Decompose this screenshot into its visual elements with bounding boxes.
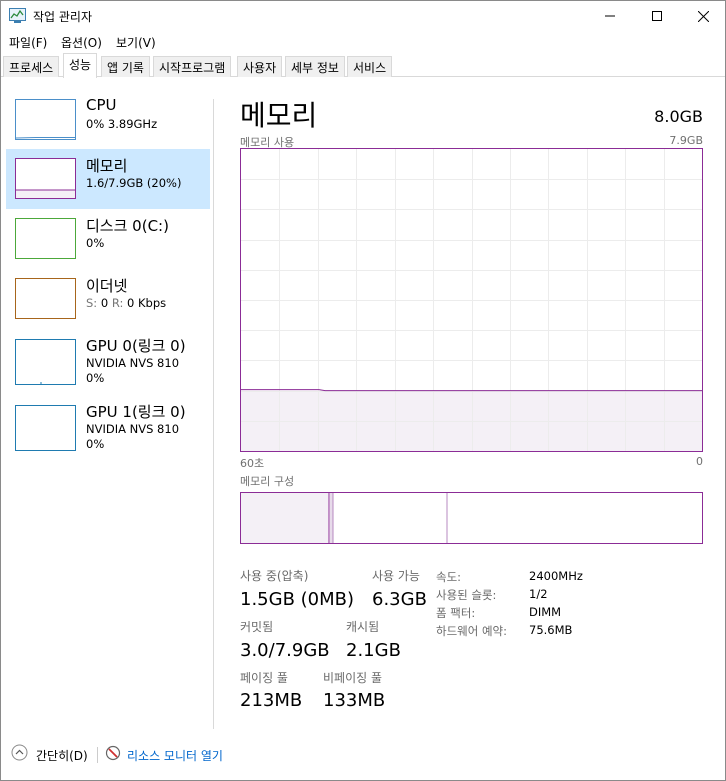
available-label: 사용 가능: [372, 569, 420, 583]
receive-label: R:: [111, 296, 124, 310]
sidebar-item-detail: NVIDIA NVS 810: [86, 356, 180, 370]
receive-value: 0 Kbps: [127, 296, 167, 310]
composition-in-use: [241, 493, 329, 543]
sidebar-item-title: 메모리: [86, 157, 128, 175]
speed-value: 2400MHz: [529, 569, 583, 583]
resource-monitor-icon[interactable]: [105, 745, 121, 764]
sidebar-item-detail: 1.6/7.9GB (20%): [86, 176, 182, 190]
slots-label: 사용된 슬롯:: [436, 588, 497, 602]
memory-detail-panel: 메모리 8.0GB 메모리 사용 7.9GB 60초 0 메모리 구성 사용 중…: [221, 87, 721, 731]
in-use-label: 사용 중(압축): [240, 569, 309, 583]
tab-performance[interactable]: 성능: [63, 53, 98, 78]
maximize-button[interactable]: [634, 1, 680, 31]
sidebar-item-title: 이더넷: [86, 277, 128, 295]
nonpaged-pool-label: 비페이징 풀: [323, 671, 383, 685]
sidebar-item-gpu1[interactable]: GPU 1(링크 0) NVIDIA NVS 810 0%: [6, 395, 210, 459]
tab-startup[interactable]: 시작프로그램: [153, 56, 232, 77]
memory-usage-graph: [240, 148, 703, 452]
menu-view[interactable]: 보기(V): [116, 34, 156, 51]
sidebar-item-detail: NVIDIA NVS 810: [86, 422, 180, 436]
usage-line: [241, 389, 702, 392]
tab-bar: 프로세스 성능 앱 기록 시작프로그램 사용자 세부 정보 서비스: [1, 53, 725, 78]
nonpaged-pool-value: 133MB: [323, 690, 386, 711]
sidebar-item-title: GPU 1(링크 0): [86, 403, 186, 421]
tab-services[interactable]: 서비스: [347, 56, 393, 77]
panel-divider[interactable]: [213, 99, 214, 729]
committed-label: 커밋됨: [240, 620, 274, 634]
gpu1-thumbnail-graph: [15, 405, 76, 451]
sidebar-item-detail: 0% 3.89GHz: [86, 117, 158, 131]
memory-total: 8.0GB: [654, 107, 703, 126]
cached-label: 캐시됨: [346, 620, 380, 634]
sidebar-item-gpu0[interactable]: GPU 0(링크 0) NVIDIA NVS 810 0%: [6, 329, 210, 393]
resource-sidebar: CPU 0% 3.89GHz 메모리 1.6/7.9GB (20%) 디스크 0…: [1, 87, 213, 731]
hardware-reserved-label: 하드웨어 예약:: [436, 624, 508, 638]
sidebar-item-cpu[interactable]: CPU 0% 3.89GHz: [6, 90, 210, 150]
minimize-button[interactable]: [587, 1, 633, 31]
sidebar-item-detail: 0%: [86, 236, 105, 250]
menu-bar: 파일(F) 옵션(O) 보기(V): [1, 31, 725, 53]
sidebar-item-usage: 0%: [86, 437, 105, 451]
cpu-thumbnail-graph: [15, 99, 76, 140]
form-factor-label: 폼 팩터:: [436, 606, 476, 620]
sidebar-item-ethernet[interactable]: 이더넷 S: 0 R: 0 Kbps: [6, 269, 210, 329]
fewer-details-button[interactable]: 간단히(D): [36, 747, 88, 764]
tab-details[interactable]: 세부 정보: [285, 56, 345, 77]
page-title: 메모리: [240, 99, 318, 132]
time-axis-start: 60초: [240, 457, 265, 470]
window-title: 작업 관리자: [33, 10, 93, 24]
hardware-reserved-value: 75.6MB: [529, 623, 573, 637]
memory-composition-bar: [240, 492, 703, 544]
available-value: 6.3GB: [372, 589, 427, 610]
close-button[interactable]: [680, 1, 726, 31]
cached-value: 2.1GB: [346, 640, 401, 661]
menu-file[interactable]: 파일(F): [9, 34, 47, 51]
tab-users[interactable]: 사용자: [237, 56, 283, 77]
sidebar-item-title: GPU 0(링크 0): [86, 337, 186, 355]
paged-pool-value: 213MB: [240, 690, 303, 711]
sidebar-item-disk[interactable]: 디스크 0(C:) 0%: [6, 209, 210, 269]
footer-divider: [97, 747, 98, 763]
ethernet-thumbnail-graph: [15, 278, 76, 319]
fewer-details-icon[interactable]: [11, 744, 28, 764]
usage-graph-max: 7.9GB: [669, 134, 703, 147]
maximize-icon: [652, 11, 662, 21]
tab-app-history[interactable]: 앱 기록: [101, 56, 150, 77]
send-value: 0: [100, 296, 109, 310]
sidebar-item-detail: S: 0 R: 0 Kbps: [86, 296, 166, 310]
committed-value: 3.0/7.9GB: [240, 640, 330, 661]
close-icon: [697, 10, 709, 22]
send-label: S:: [86, 296, 98, 310]
tab-processes[interactable]: 프로세스: [3, 56, 60, 77]
resource-monitor-link[interactable]: 리소스 모니터 열기: [127, 747, 223, 764]
usage-graph-svg: [241, 149, 702, 451]
slots-value: 1/2: [529, 587, 548, 601]
sidebar-item-title: CPU: [86, 96, 117, 114]
form-factor-value: DIMM: [529, 605, 562, 619]
paged-pool-label: 페이징 풀: [240, 671, 288, 685]
usage-area: [241, 390, 702, 451]
task-manager-icon: [9, 8, 26, 23]
gpu0-thumbnail-graph: [15, 339, 76, 385]
sidebar-item-title: 디스크 0(C:): [86, 217, 169, 235]
in-use-value: 1.5GB (0MB): [240, 589, 355, 610]
time-axis-end: 0: [696, 455, 703, 468]
disk-thumbnail-graph: [15, 218, 76, 259]
menu-options[interactable]: 옵션(O): [61, 34, 102, 51]
sidebar-item-usage: 0%: [86, 371, 105, 385]
speed-label: 속도:: [436, 570, 462, 584]
composition-label: 메모리 구성: [240, 475, 295, 488]
title-bar[interactable]: 작업 관리자: [1, 1, 725, 31]
footer-bar: 간단히(D) 리소스 모니터 열기: [1, 741, 725, 771]
task-manager-window: 작업 관리자 파일(F) 옵션(O) 보기(V) 프로세스 성능 앱 기록 시작…: [0, 0, 726, 781]
minimize-icon: [605, 15, 615, 17]
memory-thumbnail-graph: [15, 158, 76, 199]
sidebar-item-memory[interactable]: 메모리 1.6/7.9GB (20%): [6, 149, 210, 209]
